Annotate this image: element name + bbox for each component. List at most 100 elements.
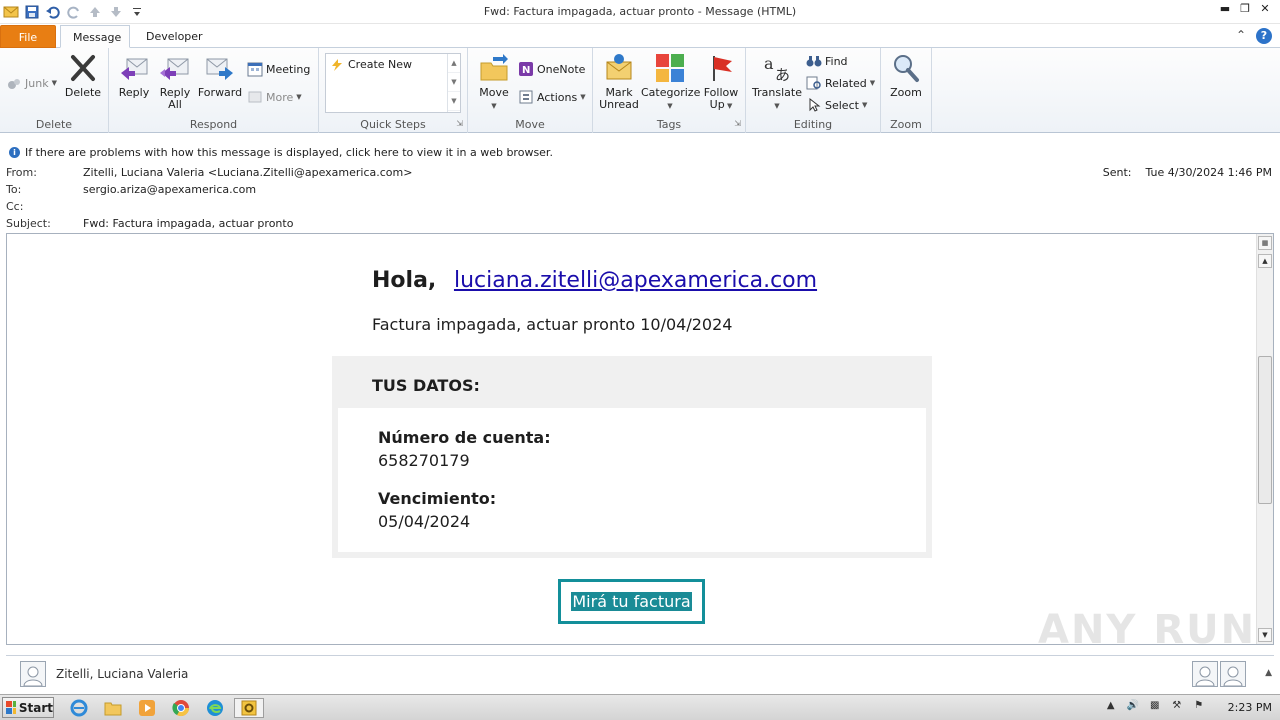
scroll-up-icon[interactable]: ▲ (448, 54, 460, 73)
volume-icon[interactable]: 🔊 (1126, 700, 1140, 714)
group-tags: Mark Unread Categorize ▼ Follow Up ▼ Tags ⇲ (593, 48, 746, 133)
select-button[interactable]: Select ▼ (806, 96, 867, 114)
expand-gallery-icon[interactable]: ▼ (448, 92, 460, 111)
info-bar-text[interactable]: If there are problems with how this mess… (25, 146, 553, 159)
group-label-tags: Tags (656, 118, 682, 131)
greeting: Hola, luciana.zitelli@apexamerica.com (372, 268, 817, 293)
network-icon[interactable]: ▩ (1148, 700, 1162, 714)
scroll-down-arrow-icon[interactable]: ▼ (1258, 628, 1272, 642)
tab-developer[interactable]: Developer (134, 25, 210, 48)
binoculars-icon (806, 56, 822, 67)
internet-explorer-icon[interactable] (68, 698, 90, 718)
view-invoice-button[interactable]: Mirá tu factura (558, 579, 705, 624)
subject-label: Subject: (6, 217, 51, 230)
scroll-down-icon[interactable]: ▼ (448, 73, 460, 92)
due-label: Vencimiento: (378, 489, 497, 508)
people-pane-name[interactable]: Zitelli, Luciana Valeria (56, 667, 188, 681)
start-button[interactable]: Start (2, 697, 54, 718)
reply-all-button[interactable]: Reply All (155, 52, 195, 111)
dialog-launcher-icon[interactable]: ⇲ (456, 119, 463, 128)
taskbar-clock[interactable]: 2:23 PM (1228, 701, 1272, 714)
from-label: From: (6, 166, 37, 179)
close-icon[interactable]: ✕ (1258, 2, 1272, 16)
svg-text:N: N (522, 65, 530, 76)
forward-icon (206, 58, 233, 80)
meeting-icon (247, 62, 263, 77)
quick-step-create-new[interactable]: Create New (330, 58, 412, 71)
group-move: Move ▼ N OneNote Actions ▼ Move (468, 48, 593, 133)
sent-row: Sent: Tue 4/30/2024 1:46 PM (1103, 166, 1272, 179)
group-editing: aあ Translate ▼ Find Related ▼ Select ▼ Edit… (746, 48, 881, 133)
scroll-up-arrow-icon[interactable]: ▲ (1258, 254, 1272, 268)
group-label-respond: Respond (189, 118, 238, 131)
junk-icon (8, 79, 20, 89)
move-folder-icon (480, 54, 508, 81)
reply-icon (121, 58, 148, 80)
related-icon (806, 76, 821, 90)
page-icon[interactable]: ▦ (1258, 236, 1272, 250)
forward-button[interactable]: Forward (197, 52, 243, 99)
delete-button[interactable]: Delete (62, 52, 104, 99)
group-label-editing: Editing (793, 118, 833, 131)
security-icon[interactable]: ⚒ (1170, 700, 1184, 714)
group-zoom: Zoom Zoom (881, 48, 932, 133)
avatar-small-1[interactable] (1192, 661, 1218, 687)
show-hidden-icons-icon[interactable]: ▲ (1104, 700, 1118, 714)
help-icon[interactable]: ? (1256, 28, 1272, 44)
mark-unread-button[interactable]: Mark Unread (597, 52, 641, 111)
from-value[interactable]: Zitelli, Luciana Valeria <Luciana.Zitell… (83, 166, 412, 179)
restore-icon[interactable]: ❐ (1238, 2, 1252, 16)
explorer-icon[interactable] (102, 698, 124, 718)
info-bar[interactable]: i If there are problems with how this me… (0, 144, 1280, 160)
reply-all-icon (160, 58, 189, 80)
quick-steps-scroll[interactable]: ▲ ▼ ▼ (447, 54, 460, 112)
outlook-taskbar-icon[interactable] (234, 698, 264, 718)
minimize-icon[interactable]: ▬ (1218, 2, 1232, 16)
info-icon: i (9, 146, 20, 158)
quick-steps-gallery: Create New ▲ ▼ ▼ (325, 53, 461, 113)
reply-button[interactable]: Reply (115, 52, 153, 99)
collapse-ribbon-icon[interactable]: ⌃ (1236, 28, 1246, 44)
scroll-thumb[interactable] (1258, 356, 1272, 504)
categorize-button[interactable]: Categorize ▼ (641, 52, 700, 112)
group-label-zoom: Zoom (890, 118, 922, 131)
account-label: Número de cuenta: (378, 428, 551, 447)
onenote-button[interactable]: N OneNote (518, 60, 585, 78)
action-center-flag-icon[interactable]: ⚑ (1192, 700, 1206, 714)
edge-icon[interactable] (204, 698, 226, 718)
follow-up-button[interactable]: Follow Up ▼ (701, 52, 741, 112)
related-button[interactable]: Related ▼ (806, 74, 875, 92)
system-tray: ▲ 🔊 ▩ ⚒ ⚑ 2:23 PM (1104, 700, 1272, 714)
vertical-scrollbar[interactable]: ▦ ▲ ▼ (1256, 234, 1273, 644)
onenote-icon: N (519, 62, 533, 76)
chrome-icon[interactable] (170, 698, 192, 718)
group-respond: Reply Reply All Forward Meeting More ▼ Res… (109, 48, 319, 133)
tab-message[interactable]: Message (60, 25, 130, 48)
ribbon-tabs: File Message Developer ⌃ ? (0, 24, 1280, 48)
find-button[interactable]: Find (806, 52, 848, 70)
tags-dialog-launcher-icon[interactable]: ⇲ (734, 119, 741, 128)
view-invoice-label[interactable]: Mirá tu factura (571, 592, 692, 611)
actions-button[interactable]: Actions ▼ (518, 88, 586, 106)
translate-icon: aあ (764, 54, 790, 83)
tab-file[interactable]: File (0, 25, 56, 48)
people-pane: Zitelli, Luciana Valeria ▲ (6, 655, 1274, 691)
move-button[interactable]: Move ▼ (474, 52, 514, 112)
avatar[interactable] (20, 661, 46, 687)
avatar-small-2[interactable] (1220, 661, 1246, 687)
lightning-icon (332, 58, 342, 71)
meeting-button[interactable]: Meeting (247, 60, 310, 78)
junk-button[interactable]: Junk ▼ (6, 74, 57, 92)
title-bar: Fwd: Factura impagada, actuar pronto - M… (0, 0, 1280, 24)
due-value: 05/04/2024 (378, 512, 471, 531)
group-label-quick-steps: Quick Steps (360, 118, 426, 131)
to-value[interactable]: sergio.ariza@apexamerica.com (83, 183, 256, 196)
greeting-email-link[interactable]: luciana.zitelli@apexamerica.com (454, 268, 817, 293)
zoom-button[interactable]: Zoom (886, 52, 926, 99)
more-respond-button[interactable]: More ▼ (247, 88, 302, 106)
media-player-icon[interactable] (136, 698, 158, 718)
svg-text:あ: あ (775, 66, 790, 83)
group-delete: Junk ▼ Delete Delete (0, 48, 109, 133)
translate-button[interactable]: aあ Translate ▼ (750, 52, 804, 112)
expand-people-pane-icon[interactable]: ▲ (1265, 668, 1272, 678)
